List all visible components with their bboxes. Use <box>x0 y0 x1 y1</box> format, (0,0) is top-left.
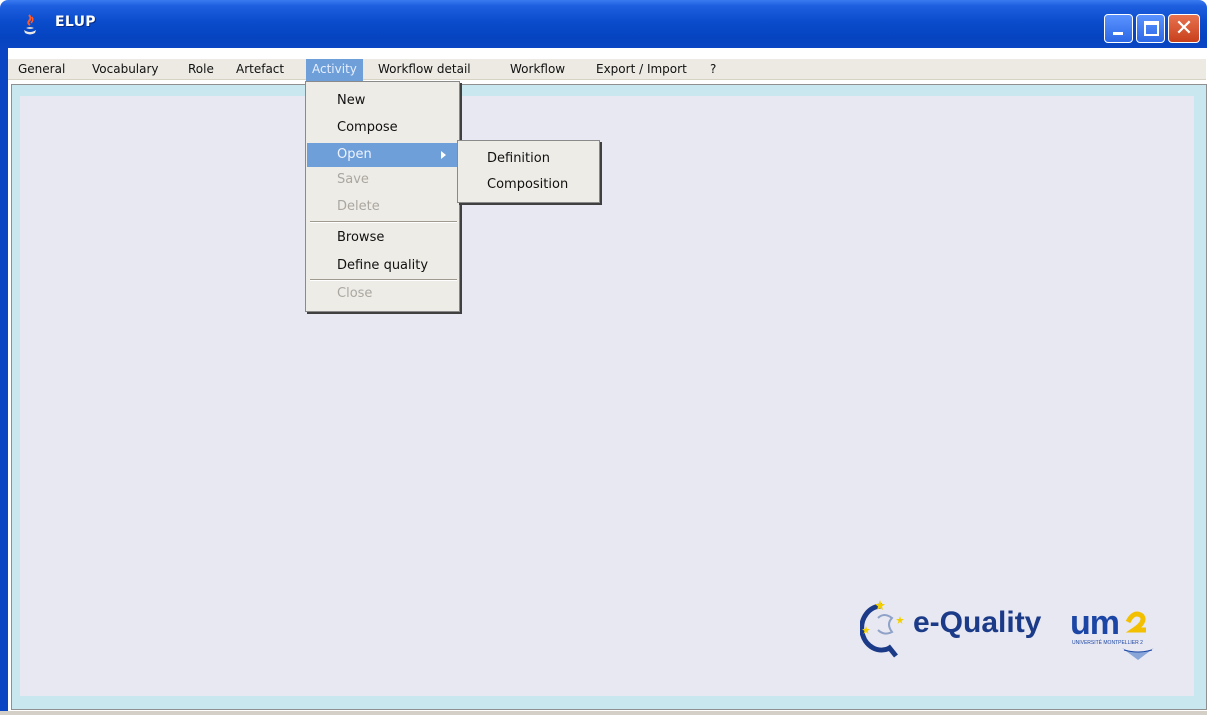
maximize-icon <box>1144 21 1159 36</box>
menu-role[interactable]: Role <box>182 59 220 81</box>
menu-export-import[interactable]: Export / Import <box>590 59 693 81</box>
close-button[interactable]: ✕ <box>1168 14 1200 43</box>
menu-separator <box>310 221 457 223</box>
activity-menu-define-quality[interactable]: Define quality <box>307 254 458 278</box>
svg-text:UNIVERSITÉ MONTPELLIER 2: UNIVERSITÉ MONTPELLIER 2 <box>1072 639 1143 646</box>
menu-general[interactable]: General <box>12 59 71 81</box>
menu-bar: General Vocabulary Role Artefact Activit… <box>8 58 1206 81</box>
activity-menu-open-label: Open <box>337 147 372 162</box>
java-app-icon <box>24 14 36 35</box>
close-icon: ✕ <box>1174 16 1194 41</box>
minimize-icon <box>1113 32 1123 35</box>
submenu-definition[interactable]: Definition <box>459 146 598 172</box>
e-quality-logo-icon <box>860 600 904 658</box>
activity-menu-open[interactable]: Open <box>307 143 458 167</box>
window-frame-left <box>0 48 8 715</box>
activity-menu-browse[interactable]: Browse <box>307 226 458 250</box>
submenu-arrow-icon <box>441 151 446 159</box>
open-submenu: Definition Composition <box>457 140 600 203</box>
window-frame-bottom <box>0 711 1207 715</box>
activity-menu: New Compose Open Save Delete Browse Defi… <box>305 81 460 312</box>
menu-artefact[interactable]: Artefact <box>230 59 290 81</box>
menu-separator <box>310 279 457 281</box>
menu-vocabulary[interactable]: Vocabulary <box>86 59 165 81</box>
um2-logo-icon: um UNIVERSITÉ MONTPELLIER 2 <box>1070 604 1154 660</box>
menu-workflow-detail[interactable]: Workflow detail <box>372 59 477 81</box>
activity-menu-delete[interactable]: Delete <box>307 195 458 219</box>
window-title: ELUP <box>55 14 96 30</box>
maximize-button[interactable] <box>1136 14 1165 43</box>
submenu-composition[interactable]: Composition <box>459 172 598 198</box>
activity-menu-save[interactable]: Save <box>307 168 458 192</box>
menu-activity[interactable]: Activity <box>306 59 363 81</box>
menu-workflow[interactable]: Workflow <box>504 59 571 81</box>
activity-menu-compose[interactable]: Compose <box>307 116 458 140</box>
minimize-button[interactable] <box>1104 14 1133 43</box>
title-bar: ELUP ✕ <box>0 0 1207 48</box>
svg-text:um: um <box>1070 604 1119 642</box>
activity-menu-close[interactable]: Close <box>307 282 458 306</box>
activity-menu-new[interactable]: New <box>307 89 458 113</box>
e-quality-logo-text: e-Quality <box>913 606 1042 639</box>
menu-help[interactable]: ? <box>704 59 722 81</box>
